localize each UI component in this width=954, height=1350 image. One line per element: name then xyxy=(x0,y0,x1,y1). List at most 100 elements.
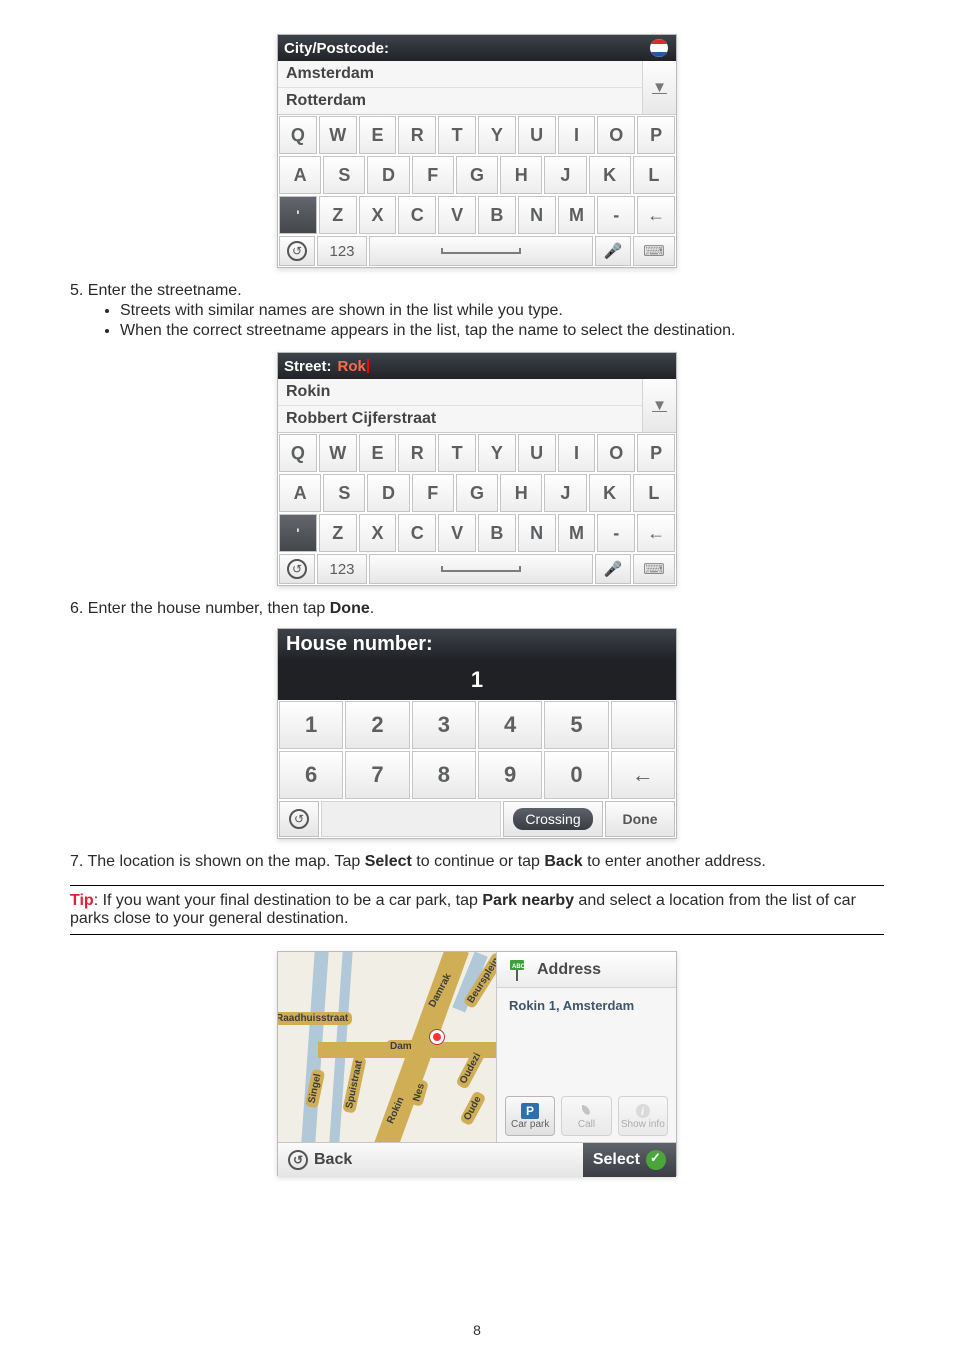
numkey-5[interactable]: 5 xyxy=(544,701,608,749)
numkey-9[interactable]: 9 xyxy=(478,751,542,799)
key-i[interactable]: I xyxy=(558,116,596,154)
key-h[interactable]: H xyxy=(500,474,542,512)
key-e[interactable]: E xyxy=(359,116,397,154)
bullet-item: Streets with similar names are shown in … xyxy=(120,302,884,320)
numeric-toggle[interactable]: 123 xyxy=(317,554,367,584)
key-x[interactable]: X xyxy=(359,514,397,552)
crossing-button[interactable]: Crossing xyxy=(503,801,603,837)
spacebar[interactable] xyxy=(369,554,593,584)
key-z[interactable]: Z xyxy=(319,514,357,552)
numkey-2[interactable]: 2 xyxy=(345,701,409,749)
key-q[interactable]: Q xyxy=(279,116,317,154)
key-a[interactable]: A xyxy=(279,474,321,512)
numeric-toggle[interactable]: 123 xyxy=(317,236,367,266)
key-y[interactable]: Y xyxy=(478,434,516,472)
map-select-button[interactable]: Select xyxy=(583,1143,676,1177)
car-park-button[interactable]: P Car park xyxy=(505,1096,555,1136)
key-apostrophe[interactable]: ' xyxy=(279,196,317,234)
key-y[interactable]: Y xyxy=(478,116,516,154)
key-o[interactable]: O xyxy=(597,116,635,154)
key-t[interactable]: T xyxy=(438,116,476,154)
back-button[interactable]: ↺ xyxy=(279,236,315,266)
street-input-value[interactable]: Rok xyxy=(338,358,366,375)
key-b[interactable]: B xyxy=(478,196,516,234)
microphone-button[interactable]: 🎤 xyxy=(595,236,631,266)
keyboard-mode-button[interactable]: ⌨ xyxy=(633,554,675,584)
keyboard-mode-button[interactable]: ⌨ xyxy=(633,236,675,266)
numkey-3[interactable]: 3 xyxy=(412,701,476,749)
key-k[interactable]: K xyxy=(589,156,631,194)
key-dash[interactable]: - xyxy=(597,514,635,552)
key-m[interactable]: M xyxy=(558,196,596,234)
key-x[interactable]: X xyxy=(359,196,397,234)
key-b[interactable]: B xyxy=(478,514,516,552)
key-g[interactable]: G xyxy=(456,474,498,512)
key-w[interactable]: W xyxy=(319,116,357,154)
call-button: Call xyxy=(561,1096,611,1136)
key-p[interactable]: P xyxy=(637,116,675,154)
numkey-7[interactable]: 7 xyxy=(345,751,409,799)
numkey-8[interactable]: 8 xyxy=(412,751,476,799)
key-s[interactable]: S xyxy=(323,156,365,194)
done-button[interactable]: Done xyxy=(605,801,675,837)
key-s[interactable]: S xyxy=(323,474,365,512)
key-n[interactable]: N xyxy=(518,514,556,552)
key-u[interactable]: U xyxy=(518,116,556,154)
numkey-4[interactable]: 4 xyxy=(478,701,542,749)
key-l[interactable]: L xyxy=(633,156,675,194)
key-u[interactable]: U xyxy=(518,434,556,472)
key-h[interactable]: H xyxy=(500,156,542,194)
address-value: Rokin 1, Amsterdam xyxy=(497,988,676,1090)
key-r[interactable]: R xyxy=(398,116,436,154)
key-c[interactable]: C xyxy=(398,514,436,552)
back-button[interactable]: ↺ xyxy=(279,801,319,837)
key-v[interactable]: V xyxy=(438,514,476,552)
numkey-6[interactable]: 6 xyxy=(279,751,343,799)
street-keyboard: Street: Rok Rokin Robbert Cijferstraat ▼… xyxy=(277,352,677,586)
microphone-button[interactable]: 🎤 xyxy=(595,554,631,584)
key-dash[interactable]: - xyxy=(597,196,635,234)
key-g[interactable]: G xyxy=(456,156,498,194)
key-i[interactable]: I xyxy=(558,434,596,472)
key-d[interactable]: D xyxy=(367,474,409,512)
key-m[interactable]: M xyxy=(558,514,596,552)
key-apostrophe[interactable]: ' xyxy=(279,514,317,552)
spacebar[interactable] xyxy=(369,236,593,266)
key-c[interactable]: C xyxy=(398,196,436,234)
key-backspace[interactable]: ← xyxy=(637,514,675,552)
key-f[interactable]: F xyxy=(412,474,454,512)
suggestion-item[interactable]: Rokin xyxy=(278,379,642,406)
key-l[interactable]: L xyxy=(633,474,675,512)
map-back-button[interactable]: ↺ Back xyxy=(278,1150,362,1170)
key-d[interactable]: D xyxy=(367,156,409,194)
numkey-backspace[interactable]: ← xyxy=(611,751,675,799)
keyboard-row2: A S D F G H J K L xyxy=(278,473,676,513)
key-r[interactable]: R xyxy=(398,434,436,472)
key-v[interactable]: V xyxy=(438,196,476,234)
key-backspace[interactable]: ← xyxy=(637,196,675,234)
key-f[interactable]: F xyxy=(412,156,454,194)
map-canvas[interactable]: Raadhuisstraat Singel Spuistraat Damrak … xyxy=(278,952,496,1142)
key-e[interactable]: E xyxy=(359,434,397,472)
numkey-1[interactable]: 1 xyxy=(279,701,343,749)
suggestion-item[interactable]: Amsterdam xyxy=(278,61,642,88)
key-w[interactable]: W xyxy=(319,434,357,472)
key-o[interactable]: O xyxy=(597,434,635,472)
suggestion-item[interactable]: Rotterdam xyxy=(278,88,642,114)
key-j[interactable]: J xyxy=(544,474,586,512)
dropdown-arrow[interactable]: ▼ xyxy=(642,61,676,114)
numkey-0[interactable]: 0 xyxy=(544,751,608,799)
text-cursor xyxy=(367,359,369,373)
key-t[interactable]: T xyxy=(438,434,476,472)
key-a[interactable]: A xyxy=(279,156,321,194)
key-q[interactable]: Q xyxy=(279,434,317,472)
key-z[interactable]: Z xyxy=(319,196,357,234)
key-k[interactable]: K xyxy=(589,474,631,512)
key-j[interactable]: J xyxy=(544,156,586,194)
key-p[interactable]: P xyxy=(637,434,675,472)
key-n[interactable]: N xyxy=(518,196,556,234)
back-button[interactable]: ↺ xyxy=(279,554,315,584)
suggestion-item[interactable]: Robbert Cijferstraat xyxy=(278,406,642,432)
dropdown-arrow[interactable]: ▼ xyxy=(642,379,676,432)
map-confirmation-screen: Raadhuisstraat Singel Spuistraat Damrak … xyxy=(277,951,677,1176)
